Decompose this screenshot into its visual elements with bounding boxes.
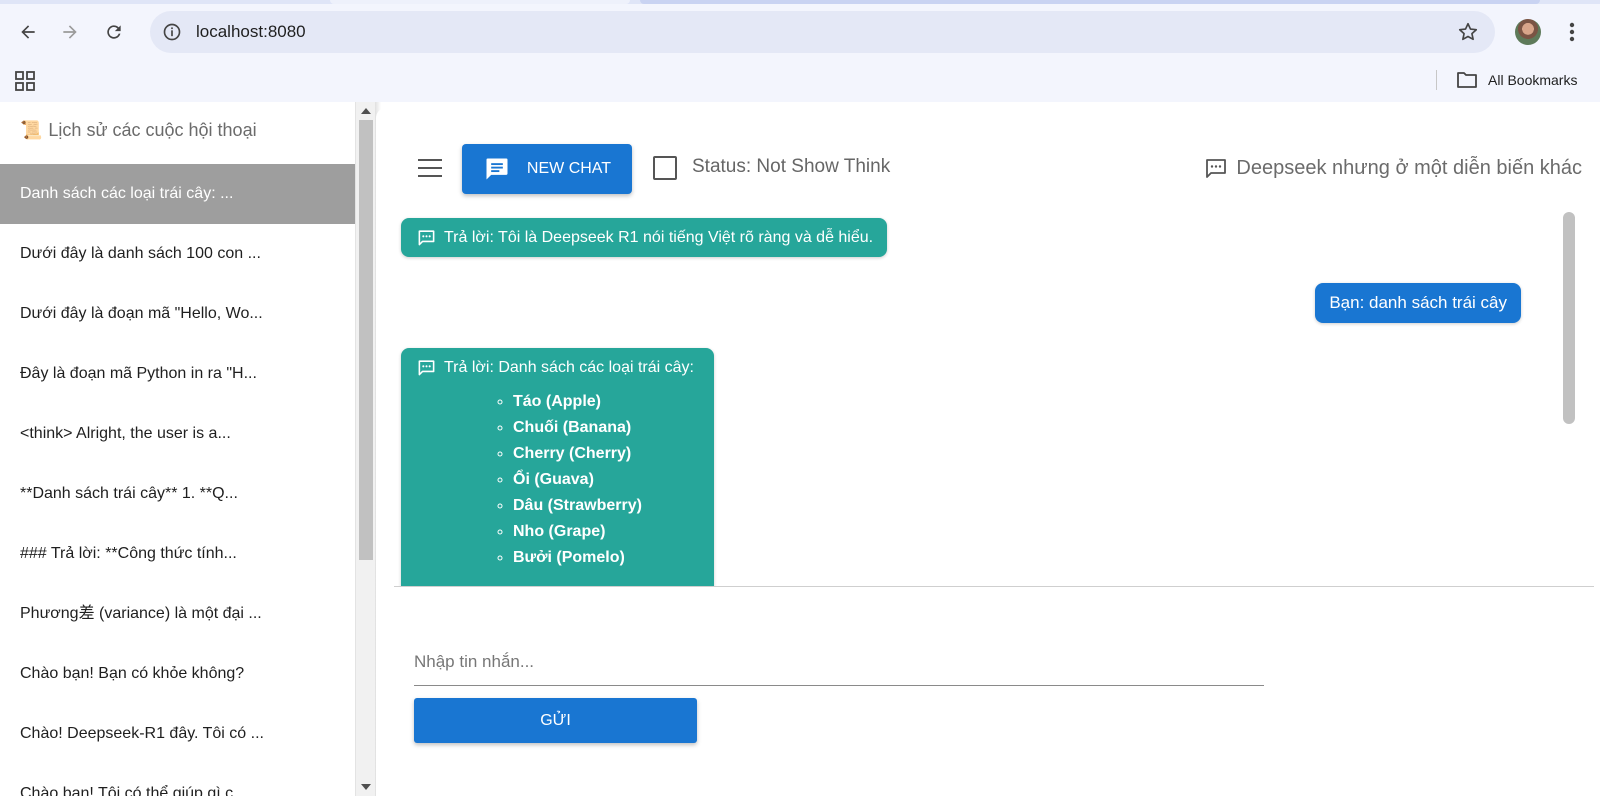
history-item[interactable]: Dưới đây là danh sách 100 con ... [0, 224, 355, 284]
message-list: Trả lời: Tôi là Deepseek R1 nói tiếng Vi… [376, 212, 1600, 586]
history-item[interactable]: Chào bạn! Tôi có thể giúp gì c... [0, 764, 355, 796]
history-item[interactable]: Phương差 (variance) là một đại ... [0, 584, 355, 644]
history-item[interactable]: **Danh sách trái cây** 1. **Q... [0, 464, 355, 524]
bot-message: Trả lời: Tôi là Deepseek R1 nói tiếng Vi… [401, 218, 888, 257]
list-item: Ổi (Guava) [513, 467, 700, 493]
comment-icon [418, 360, 435, 376]
app-page: 📜 Lịch sử các cuộc hội thoại Danh sách c… [0, 102, 1600, 796]
status-label: Status: Not Show Think [692, 156, 891, 177]
scroll-icon: 📜 [20, 120, 43, 140]
bot-message-text: Trả lời: Tôi là Deepseek R1 nói tiếng Vi… [444, 228, 874, 246]
bookmarks-bar: All Bookmarks [0, 60, 1600, 102]
forward-icon[interactable] [54, 16, 86, 48]
address-bar[interactable]: localhost:8080 [150, 11, 1495, 53]
apps-grid-icon[interactable] [14, 70, 36, 92]
history-item[interactable]: Dưới đây là đoạn mã "Hello, Wo... [0, 284, 355, 344]
model-title-text: Deepseek nhưng ở một diễn biến khác [1236, 156, 1582, 179]
sidebar-header: 📜 Lịch sử các cuộc hội thoại [20, 120, 257, 141]
reload-icon[interactable] [98, 16, 130, 48]
menu-icon[interactable] [418, 159, 442, 179]
history-item[interactable]: ### Trả lời: **Công thức tính... [0, 524, 355, 584]
comment-icon [1206, 159, 1227, 178]
all-bookmarks-label[interactable]: All Bookmarks [1488, 72, 1577, 88]
bot-message: Trả lời: Danh sách các loại trái cây: Tá… [401, 348, 714, 586]
site-info-icon[interactable] [162, 22, 182, 42]
fruit-list: Táo (Apple) Chuối (Banana) Cherry (Cherr… [513, 389, 700, 571]
history-item[interactable]: Chào! Deepseek-R1 đây. Tôi có ... [0, 704, 355, 764]
scroll-up-icon[interactable] [361, 108, 371, 114]
list-item: Cherry (Cherry) [513, 441, 700, 467]
back-icon[interactable] [12, 16, 44, 48]
show-think-checkbox[interactable] [653, 156, 677, 180]
list-item: Táo (Apple) [513, 389, 700, 415]
list-item: Bưởi (Pomelo) [513, 545, 700, 571]
sidebar-title: Lịch sử các cuộc hội thoại [48, 120, 257, 140]
user-message: Bạn: danh sách trái cây [1315, 283, 1521, 323]
bookmarks-separator [1436, 70, 1437, 90]
new-chat-button[interactable]: NEW CHAT [462, 144, 632, 194]
history-item[interactable]: Đây là đoạn mã Python in ra "H... [0, 344, 355, 404]
chat-panel: NEW CHAT Status: Not Show Think Deepseek… [376, 108, 1600, 796]
browser-toolbar: localhost:8080 [0, 4, 1600, 60]
list-item: Nho (Grape) [513, 519, 700, 545]
scroll-down-icon[interactable] [361, 784, 371, 790]
new-chat-label: NEW CHAT [526, 160, 612, 177]
url-text[interactable]: localhost:8080 [196, 22, 306, 42]
list-item: Dâu (Strawberry) [513, 493, 700, 519]
send-button[interactable]: GỬI [414, 698, 697, 743]
model-title: Deepseek nhưng ở một diễn biến khác [1204, 156, 1582, 180]
history-sidebar: 📜 Lịch sử các cuộc hội thoại Danh sách c… [0, 102, 355, 796]
sidebar-scrollbar[interactable] [355, 102, 375, 796]
folder-icon[interactable] [1456, 70, 1478, 90]
history-list: Danh sách các loại trái cây: ... Dưới đâ… [0, 164, 355, 796]
list-item: Chuối (Banana) [513, 415, 700, 441]
bookmark-star-icon[interactable] [1457, 21, 1479, 43]
history-item[interactable]: Danh sách các loại trái cây: ... [0, 164, 355, 224]
history-item[interactable]: <think> Alright, the user is a... [0, 404, 355, 464]
chat-icon [486, 158, 508, 180]
chat-scroll-thumb[interactable] [1563, 212, 1575, 424]
history-item[interactable]: Chào bạn! Bạn có khỏe không? [0, 644, 355, 704]
browser-menu-icon[interactable] [1562, 18, 1582, 46]
sidebar-scroll-thumb[interactable] [359, 120, 373, 560]
composer-divider [394, 586, 1594, 587]
bot-message-text: Trả lời: Danh sách các loại trái cây: [444, 358, 694, 376]
comment-icon [418, 230, 435, 246]
message-input[interactable] [414, 638, 1264, 686]
profile-avatar[interactable] [1515, 19, 1541, 45]
